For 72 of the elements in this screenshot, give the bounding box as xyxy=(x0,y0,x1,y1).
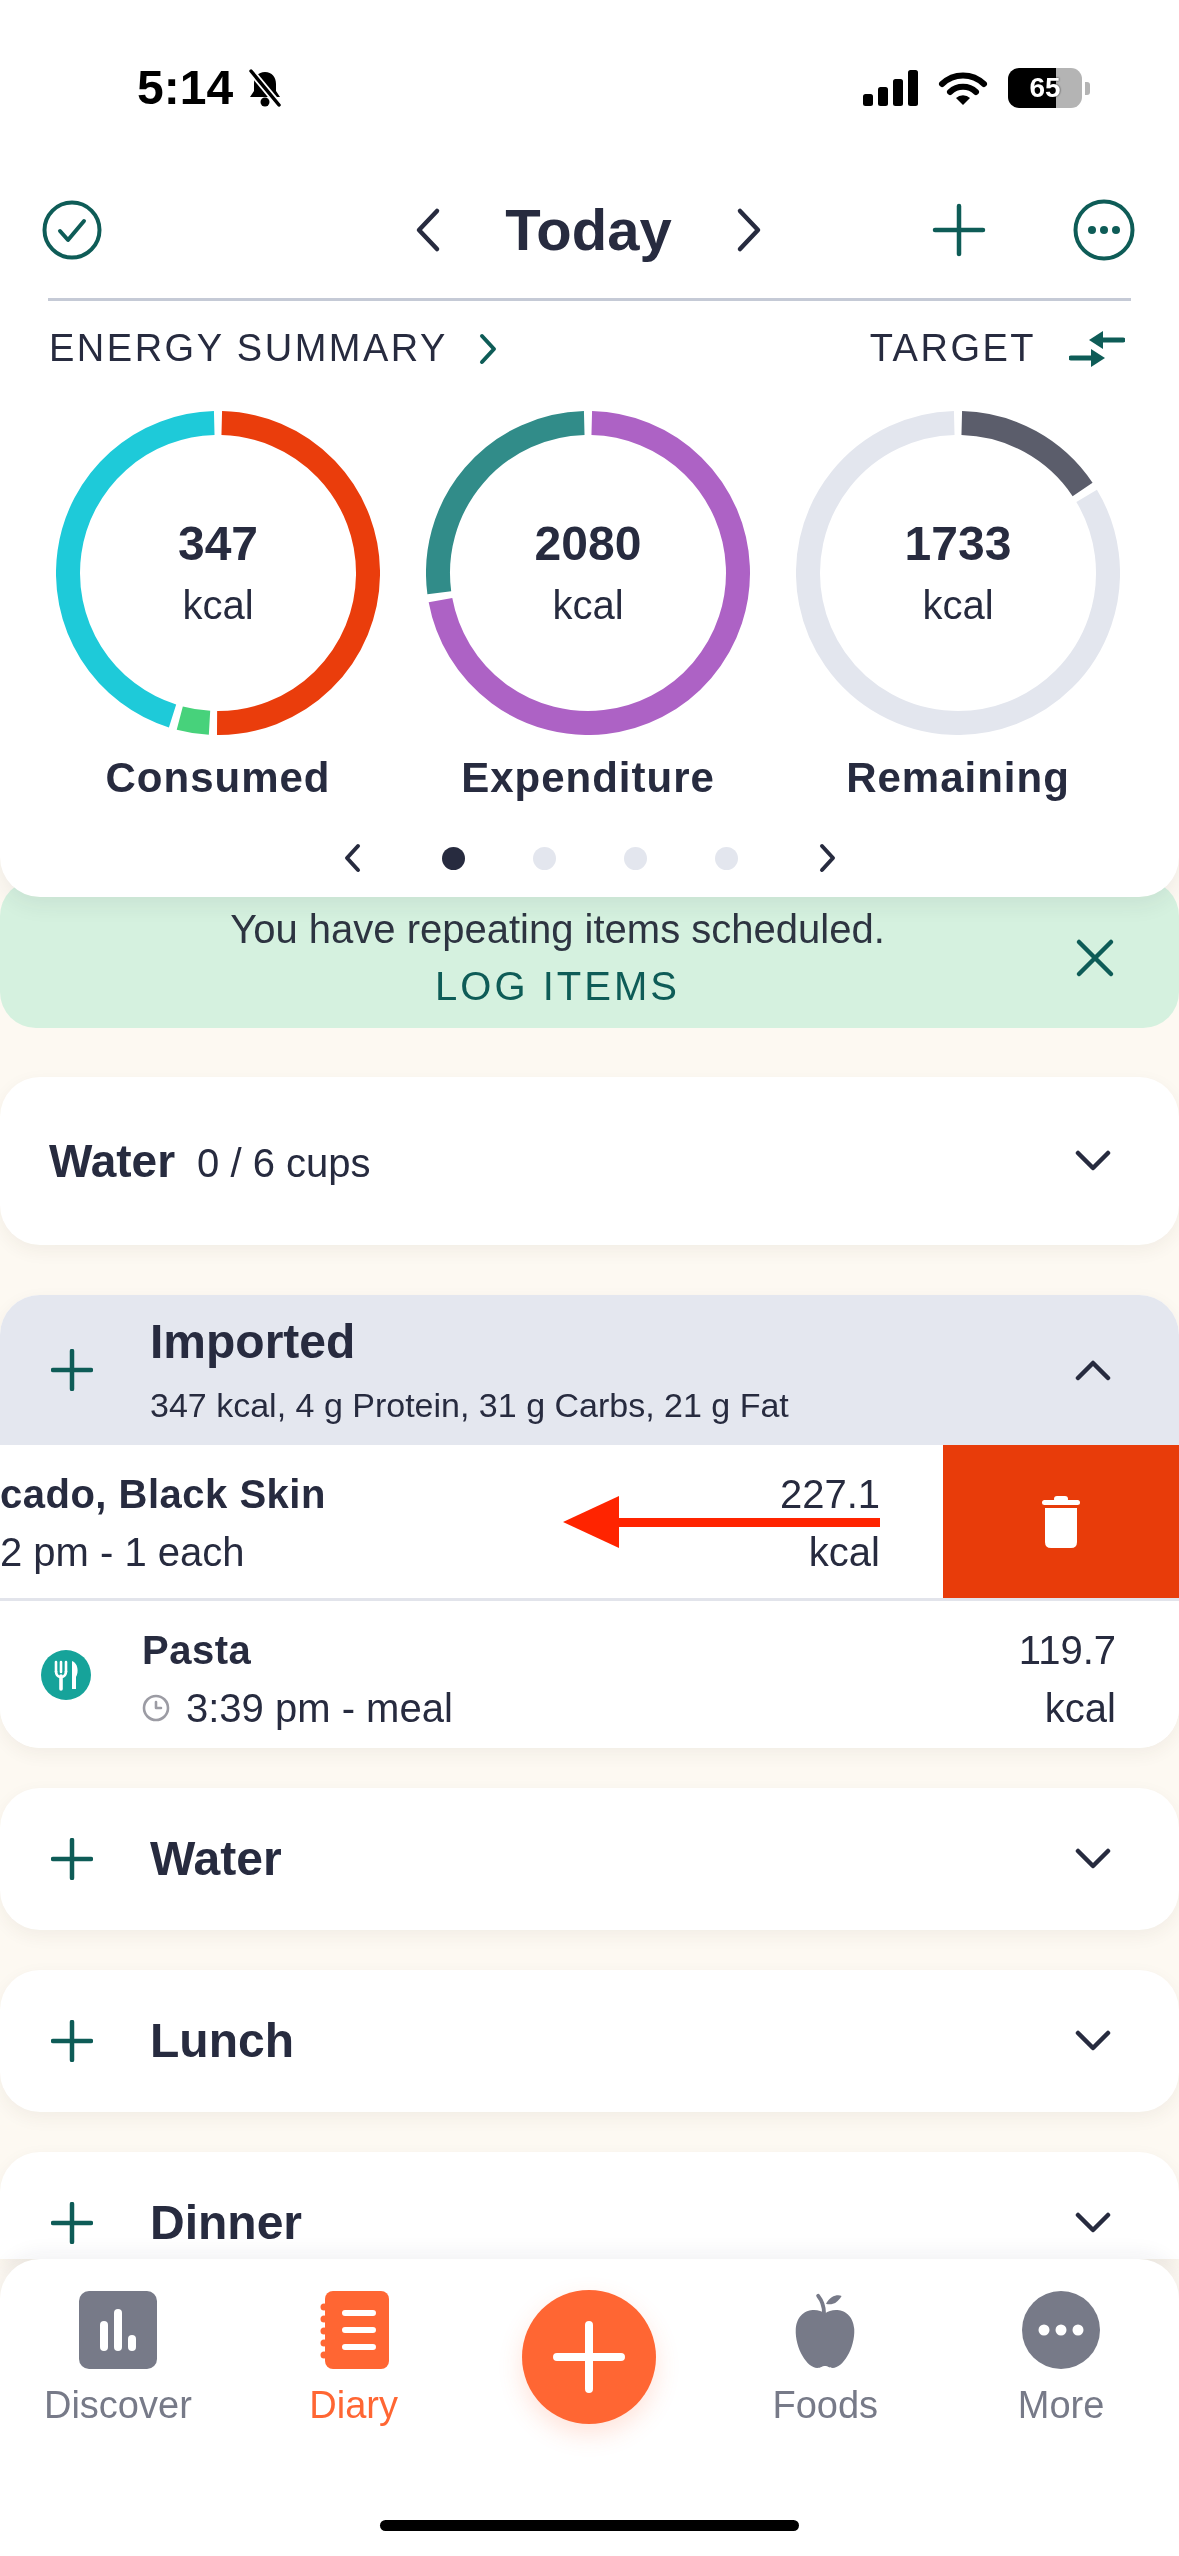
ring-label: Expenditure xyxy=(461,753,715,803)
plus-icon[interactable] xyxy=(51,1349,93,1391)
plus-icon[interactable] xyxy=(932,203,986,257)
signal-icon xyxy=(863,70,918,106)
tab-button[interactable]: Discover xyxy=(44,2291,192,2428)
more-icon[interactable] xyxy=(1073,199,1135,261)
bar-chart-icon xyxy=(78,2291,157,2369)
check-circle-icon[interactable] xyxy=(42,200,102,260)
chevron-icon[interactable] xyxy=(1075,2030,1111,2052)
target-label[interactable]: TARGET xyxy=(869,326,1036,372)
meal-title: Water xyxy=(150,1831,283,1887)
meal-card[interactable]: Water xyxy=(0,1788,1179,1930)
log-items-link[interactable]: LOG ITEMS xyxy=(435,962,680,1010)
status-time: 5:14 xyxy=(137,61,234,115)
chevron-icon[interactable] xyxy=(1075,1359,1111,1381)
plus-icon xyxy=(553,2321,626,2393)
meal-title: Lunch xyxy=(150,2013,295,2069)
chevron-left-icon[interactable] xyxy=(342,843,361,873)
page-dot[interactable] xyxy=(623,846,647,870)
ring-unit: kcal xyxy=(182,582,254,629)
meal-title: Imported xyxy=(150,1314,357,1370)
clock-icon xyxy=(142,1694,170,1722)
notebook-icon xyxy=(318,2291,389,2369)
close-icon[interactable] xyxy=(1075,937,1115,978)
ring-value: 347 xyxy=(177,517,259,571)
food-name: cado, Black Skin xyxy=(0,1471,327,1518)
water-amount: 0 / 6 cups xyxy=(197,1141,371,1186)
ring-label: Remaining xyxy=(846,753,1070,803)
chevron-right-icon[interactable] xyxy=(477,333,498,365)
food-entry-row[interactable]: Pasta 3:39 pm - meal 119.7 kcal xyxy=(0,1598,1179,1748)
food-unit: kcal xyxy=(1044,1685,1116,1732)
tab-button[interactable]: Foods xyxy=(772,2291,879,2428)
plus-icon[interactable] xyxy=(51,1838,93,1880)
ring-label: Consumed xyxy=(105,753,331,803)
page-dot[interactable] xyxy=(441,846,465,870)
meal-header[interactable]: Imported 347 kcal, 4 g Protein, 31 g Carbs, 21 g Fat xyxy=(0,1295,1179,1445)
page-dot[interactable] xyxy=(532,846,556,870)
food-detail: 2 pm - 1 each xyxy=(0,1529,245,1576)
chevron-right-icon[interactable] xyxy=(818,843,837,873)
utensils-icon xyxy=(41,1649,91,1700)
meal-summary: 347 kcal, 4 g Protein, 31 g Carbs, 21 g Fat xyxy=(150,1385,790,1426)
tab-button[interactable]: More xyxy=(1017,2291,1105,2428)
food-calories: 119.7 xyxy=(1018,1627,1116,1674)
ring-unit: kcal xyxy=(922,582,994,629)
chevron-icon[interactable] xyxy=(1075,2212,1111,2234)
ring-value: 2080 xyxy=(534,517,642,571)
meal-title: Dinner xyxy=(150,2195,303,2251)
plus-icon[interactable] xyxy=(51,2020,93,2062)
delete-button[interactable] xyxy=(943,1445,1179,1598)
food-detail: 3:39 pm - meal xyxy=(186,1685,453,1732)
meal-card[interactable]: Dinner xyxy=(0,2152,1179,2259)
wifi-icon xyxy=(938,70,988,106)
food-name: Pasta xyxy=(142,1627,253,1674)
food-entry-row[interactable]: cado, Black Skin 2 pm - 1 each 227.1 kcal xyxy=(0,1445,1179,1598)
ring-value: 1733 xyxy=(904,517,1012,571)
banner-message: You have repeating items scheduled. xyxy=(230,906,885,953)
page-dot[interactable] xyxy=(714,846,738,870)
trash-icon xyxy=(1042,1495,1080,1548)
water-title: Water xyxy=(49,1134,176,1188)
meal-card[interactable]: Imported 347 kcal, 4 g Protein, 31 g Carbs, 21 g Fat cado, Black Skin 2 pm - 1 each 227.1 kcal Pasta 3:39 pm - meal 119.7 kcal xyxy=(0,1295,1179,1748)
meal-card[interactable]: Lunch xyxy=(0,1970,1179,2112)
chevron-icon[interactable] xyxy=(1075,1848,1111,1870)
chevron-icon[interactable] xyxy=(1075,1150,1111,1172)
swap-arrows-icon[interactable] xyxy=(1069,330,1125,368)
plus-icon[interactable] xyxy=(51,2202,93,2244)
food-calories: 227.1 xyxy=(779,1471,880,1518)
more-icon xyxy=(1022,2291,1101,2369)
food-unit: kcal xyxy=(808,1529,880,1576)
date-title: Today xyxy=(505,196,672,264)
water-card[interactable]: Water 0 / 6 cups xyxy=(0,1077,1179,1245)
ring-unit: kcal xyxy=(552,582,624,629)
energy-summary-link[interactable]: ENERGY SUMMARY xyxy=(49,326,448,372)
